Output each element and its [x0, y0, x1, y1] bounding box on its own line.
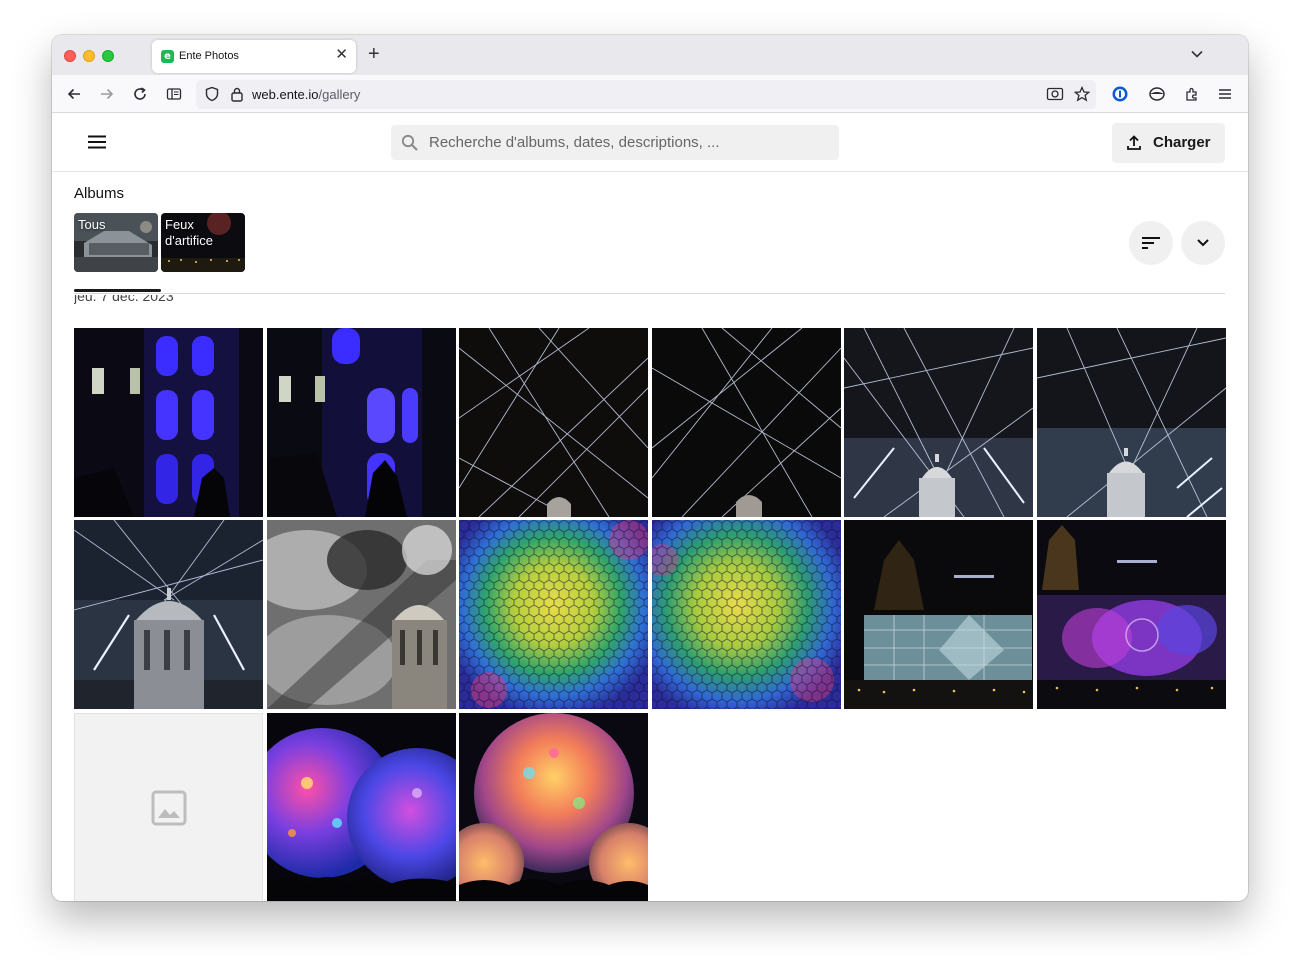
album-label: Feux d'artifice: [165, 217, 214, 248]
photo-hexagon-mosaic-1[interactable]: [459, 520, 648, 709]
albums-divider: [74, 293, 1225, 294]
photo-building-projection[interactable]: [844, 520, 1033, 709]
extensions-puzzle-icon[interactable]: [1182, 84, 1202, 104]
photo-lasers-dome-1[interactable]: [844, 328, 1033, 517]
tab-close-icon[interactable]: ✕: [335, 47, 348, 63]
albums-title: Albums: [74, 185, 125, 202]
album-feux-artifice[interactable]: Feux d'artifice: [161, 213, 245, 272]
sidebar-menu-icon[interactable]: [88, 135, 106, 154]
photo-lasers-dome-2[interactable]: [1037, 328, 1226, 517]
browser-window: e Ente Photos ✕ + web.ente.io/gallery Re…: [52, 35, 1248, 901]
photo-blue-lanterns-1[interactable]: [74, 328, 263, 517]
photo-balloons-2[interactable]: [459, 713, 648, 901]
upload-icon: [1126, 135, 1142, 156]
reader-view-icon[interactable]: [164, 84, 184, 104]
tab-title: Ente Photos: [179, 50, 239, 62]
search-input[interactable]: [429, 125, 829, 160]
sort-icon: [1142, 237, 1160, 249]
tracking-shield-icon[interactable]: [202, 84, 222, 104]
back-arrow-icon[interactable]: [64, 84, 84, 104]
photo-hexagon-mosaic-2[interactable]: [652, 520, 841, 709]
ente-favicon-icon: e: [161, 50, 174, 63]
url-text: web.ente.io/gallery: [252, 87, 361, 102]
app-header: Charger: [52, 113, 1248, 172]
app-menu-icon[interactable]: [1215, 84, 1235, 104]
password-manager-icon[interactable]: [1110, 84, 1130, 104]
pocket-extension-icon[interactable]: [1147, 84, 1167, 104]
tab-ente-photos[interactable]: e Ente Photos ✕: [152, 40, 356, 73]
tab-strip: e Ente Photos ✕ +: [52, 35, 1248, 75]
sort-albums-button[interactable]: [1129, 221, 1173, 265]
selected-album-indicator: [74, 289, 161, 292]
photo-dome-smoke[interactable]: [267, 520, 456, 709]
photo-balloons-1[interactable]: [267, 713, 456, 901]
date-header-partial: jeu. 7 déc. 2023: [74, 295, 174, 304]
lock-icon[interactable]: [227, 84, 247, 104]
photo-purple-projection[interactable]: [1037, 520, 1226, 709]
minimize-window-button[interactable]: [83, 50, 95, 62]
photo-lasers-1[interactable]: [459, 328, 648, 517]
maximize-window-button[interactable]: [102, 50, 114, 62]
upload-label: Charger: [1153, 134, 1211, 151]
album-label: Tous: [78, 217, 106, 232]
reload-icon[interactable]: [130, 84, 150, 104]
new-tab-icon[interactable]: +: [368, 44, 380, 64]
expand-albums-button[interactable]: [1181, 221, 1225, 265]
screenshot-icon[interactable]: [1045, 84, 1065, 104]
photo-lasers-2[interactable]: [652, 328, 841, 517]
address-bar[interactable]: web.ente.io/gallery: [196, 80, 1096, 109]
bookmark-star-icon[interactable]: [1072, 84, 1092, 104]
tab-list-chevron-icon[interactable]: [1190, 47, 1204, 66]
forward-arrow-icon[interactable]: [97, 84, 117, 104]
navigation-bar: web.ente.io/gallery: [52, 75, 1248, 113]
search-box[interactable]: [391, 125, 839, 160]
photo-dome-lasers-3[interactable]: [74, 520, 263, 709]
close-window-button[interactable]: [64, 50, 76, 62]
photo-blue-lanterns-2[interactable]: [267, 328, 456, 517]
album-tous[interactable]: Tous: [74, 213, 158, 272]
photo-placeholder[interactable]: [74, 713, 263, 901]
upload-button[interactable]: Charger: [1112, 123, 1225, 163]
image-placeholder-icon: [151, 790, 186, 825]
search-icon: [401, 134, 419, 157]
chevron-down-icon: [1197, 239, 1209, 247]
